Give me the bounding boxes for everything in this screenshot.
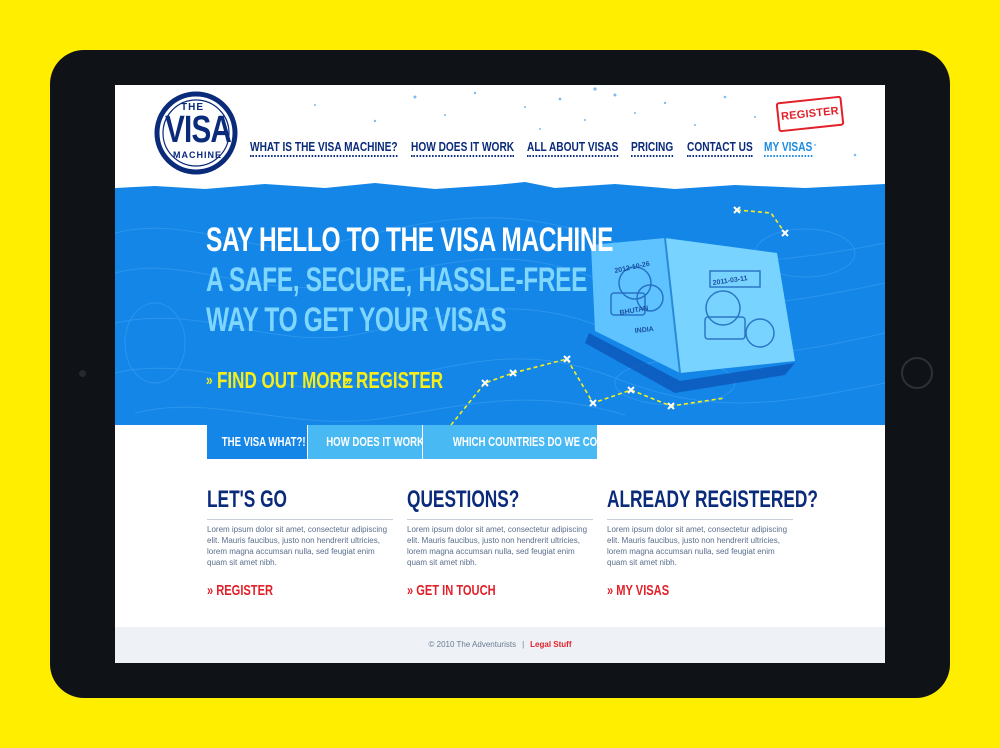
tab-visa-what[interactable]: THE VISA WHAT?! (207, 425, 307, 459)
chevron-right-icon: » (407, 582, 414, 599)
passport-illustration: 2012-10-262011-03-11BHUTANINDIA (585, 237, 795, 393)
nav-how-it-works[interactable]: HOW DOES IT WORK (411, 139, 515, 157)
hero-subline-1: A SAFE, SECURE, HASSLE-FREE (206, 261, 588, 299)
camera-dot (79, 370, 86, 377)
hero-banner: 2012-10-26 2011-03-11 BHUTAN INDIA SAY HELL… (115, 193, 885, 425)
column-already-registered: ALREADY REGISTERED? Lorem ipsum dolor si… (607, 485, 818, 599)
column-title: LET'S GO (207, 486, 287, 513)
column-lets-go: LET'S GO Lorem ipsum dolor sit amet, con… (207, 485, 395, 599)
register-link[interactable]: » REGISTER (207, 582, 346, 599)
site-header: THE VISA MACHINE WHAT IS THE VISA MACHIN… (115, 85, 885, 193)
column-body: Lorem ipsum dolor sit amet, consectetur … (207, 525, 388, 567)
find-out-more-label: FIND OUT MORE (217, 367, 354, 393)
hero-headline: SAY HELLO TO THE VISA MACHINE (206, 221, 614, 259)
logo-visa: VISA (165, 109, 232, 151)
hero-register-link[interactable]: » REGISTER (345, 367, 443, 394)
column-title: ALREADY REGISTERED? (607, 486, 818, 513)
column-body: Lorem ipsum dolor sit amet, consectetur … (607, 525, 788, 567)
column-title: QUESTIONS? (407, 486, 520, 513)
divider (207, 519, 393, 520)
nav-contact-us[interactable]: CONTACT US (687, 139, 753, 157)
hero-subline-2: WAY TO GET YOUR VISAS (206, 301, 507, 339)
site-footer: © 2010 The Adventurists | Legal Stuff (115, 627, 885, 663)
nav-what-is[interactable]: WHAT IS THE VISA MACHINE? (250, 139, 398, 157)
tab-which-countries[interactable]: WHICH COUNTRIES DO WE COVER? (423, 425, 597, 459)
nav-my-visas[interactable]: MY VISAS (764, 139, 813, 157)
column-questions: QUESTIONS? Lorem ipsum dolor sit amet, c… (407, 485, 595, 599)
my-visas-link[interactable]: » MY VISAS (607, 582, 746, 599)
divider (607, 519, 793, 520)
home-button[interactable] (901, 357, 933, 389)
visa-machine-logo[interactable]: THE VISA MACHINE (149, 91, 243, 175)
find-out-more-link[interactable]: » FIND OUT MORE (206, 367, 353, 394)
legal-stuff-link[interactable]: Legal Stuff (530, 640, 571, 649)
footer-separator: | (522, 640, 525, 649)
copyright-text: © 2010 The Adventurists (428, 640, 517, 649)
logo-machine: MACHINE (173, 150, 222, 160)
chevron-right-icon: » (345, 372, 352, 389)
tab-how-does-it-work[interactable]: HOW DOES IT WORK? (308, 425, 422, 459)
get-in-touch-link[interactable]: » GET IN TOUCH (407, 582, 546, 599)
chevron-right-icon: » (607, 582, 614, 599)
hero-register-label: REGISTER (356, 367, 444, 393)
divider (407, 519, 593, 520)
column-body: Lorem ipsum dolor sit amet, consectetur … (407, 525, 588, 567)
website-screen: THE VISA MACHINE WHAT IS THE VISA MACHIN… (115, 85, 885, 663)
chevron-right-icon: » (206, 372, 213, 389)
nav-pricing[interactable]: PRICING (631, 139, 674, 157)
chevron-right-icon: » (207, 582, 214, 599)
nav-all-about-visas[interactable]: ALL ABOUT VISAS (527, 139, 619, 157)
